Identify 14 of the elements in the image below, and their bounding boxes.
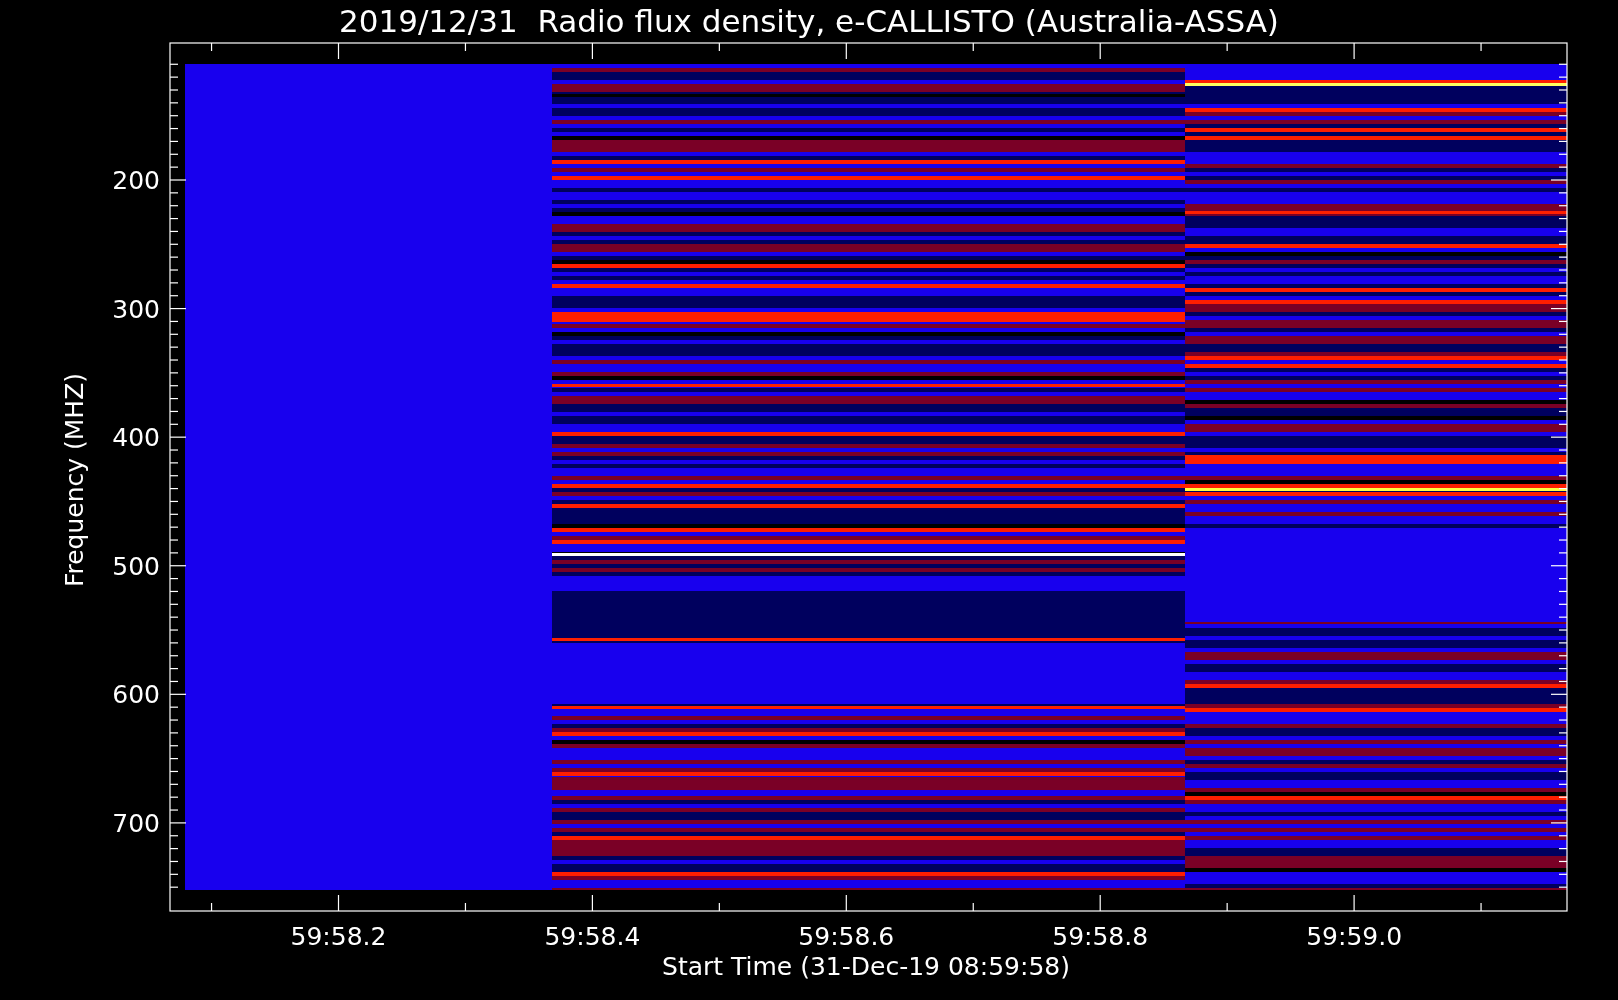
y-tick-label: 500 — [112, 551, 160, 581]
y-tick-label: 200 — [112, 166, 160, 195]
chart-title: 2019/12/31 Radio flux density, e-CALLISTO (Australia-ASSA) — [339, 3, 1279, 39]
x-tick-label: 59:58.6 — [798, 922, 895, 951]
x-tick-label: 59:59.0 — [1306, 922, 1403, 951]
x-tick-label: 59:58.4 — [544, 922, 641, 951]
y-tick-label: 700 — [112, 808, 160, 838]
y-tick-label: 600 — [112, 680, 160, 710]
x-tick-label: 59:58.8 — [1052, 922, 1149, 951]
x-tick-label: 59:58.2 — [290, 922, 387, 951]
y-axis-title: Frequency (MHZ) — [60, 372, 89, 588]
x-axis-title: Start Time (31-Dec-19 08:59:58) — [662, 952, 1070, 981]
y-tick-label: 300 — [112, 294, 160, 324]
y-tick-label: 400 — [112, 423, 160, 453]
